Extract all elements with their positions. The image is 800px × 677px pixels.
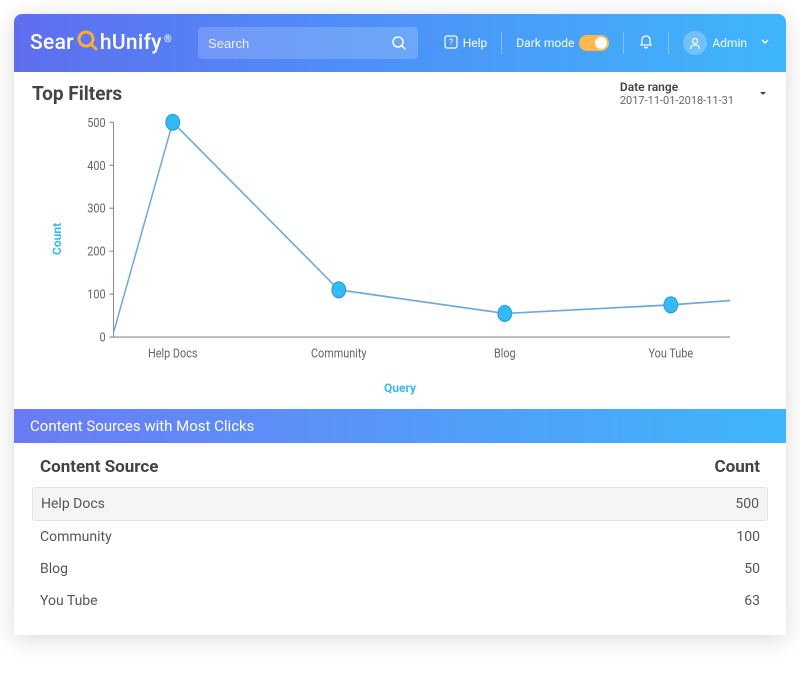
darkmode-label: Dark mode [516, 36, 574, 50]
chart-y-label: Count [50, 223, 64, 255]
app-header: Sear hUnify ® [14, 14, 786, 72]
cell-count: 100 [700, 529, 760, 545]
toggle-icon [579, 35, 609, 51]
table-row[interactable]: Help Docs 500 [32, 487, 768, 521]
svg-text:200: 200 [87, 244, 105, 259]
svg-text:You Tube: You Tube [649, 346, 694, 361]
table-row[interactable]: You Tube 63 [32, 585, 768, 617]
help-label: Help [463, 36, 488, 50]
search-box[interactable] [198, 27, 418, 59]
help-link[interactable]: ? Help [444, 35, 488, 52]
separator [501, 32, 502, 54]
date-range-label: Date range [620, 80, 734, 94]
cell-count: 63 [700, 593, 760, 609]
logo: Sear hUnify ® [30, 29, 172, 57]
bell-icon [638, 34, 654, 53]
content-sources-table: Content Source Count Help Docs 500 Commu… [14, 443, 786, 635]
date-range-picker[interactable]: Date range 2017-11-01-2018-11-31 [620, 80, 768, 107]
col-header-source: Content Source [40, 457, 700, 477]
help-icon: ? [444, 35, 458, 52]
chart-x-label: Query [32, 381, 768, 395]
search-icon[interactable] [390, 34, 408, 52]
admin-label: Admin [712, 36, 747, 50]
table-row[interactable]: Blog 50 [32, 553, 768, 585]
separator [623, 32, 624, 54]
search-input[interactable] [208, 36, 390, 51]
svg-text:400: 400 [87, 158, 105, 173]
separator [668, 32, 669, 54]
svg-text:Community: Community [311, 346, 367, 361]
svg-text:100: 100 [87, 287, 105, 302]
content-sources-title: Content Sources with Most Clicks [30, 417, 254, 435]
line-chart: 0 100 200 300 400 500 Help Docs Community Blog Yo… [68, 111, 740, 371]
svg-text:500: 500 [87, 115, 105, 130]
user-icon [683, 31, 707, 55]
svg-text:?: ? [449, 38, 453, 48]
table-row[interactable]: Community 100 [32, 521, 768, 553]
chevron-down-icon [760, 36, 770, 50]
cell-count: 50 [700, 561, 760, 577]
admin-menu[interactable]: Admin [683, 31, 770, 55]
cell-source: Community [40, 529, 700, 545]
svg-text:300: 300 [87, 201, 105, 216]
top-filters-section: Top Filters Date range 2017-11-01-2018-1… [14, 72, 786, 409]
cell-source: Blog [40, 561, 700, 577]
svg-text:Help Docs: Help Docs [148, 346, 198, 361]
chart-area: 0 100 200 300 400 500 Help Docs Community Blog Yo… [32, 105, 768, 377]
cell-source: Help Docs [41, 496, 699, 512]
svg-text:0: 0 [99, 330, 105, 345]
header-right: ? Help Dark mode [444, 31, 770, 55]
logo-text-1: Sear [30, 31, 74, 55]
logo-reg: ® [164, 34, 172, 45]
content-sources-header: Content Sources with Most Clicks [14, 409, 786, 443]
caret-down-icon [758, 88, 768, 102]
svg-text:Blog: Blog [494, 346, 516, 361]
col-header-count: Count [700, 457, 760, 477]
darkmode-toggle[interactable]: Dark mode [516, 35, 609, 51]
logo-text-2: hUnify [100, 31, 162, 55]
app-window: Sear hUnify ® [14, 14, 786, 635]
cell-count: 500 [699, 496, 759, 512]
notifications-button[interactable] [638, 34, 654, 53]
table-header: Content Source Count [32, 453, 768, 487]
magnifier-icon [76, 29, 98, 57]
cell-source: You Tube [40, 593, 700, 609]
